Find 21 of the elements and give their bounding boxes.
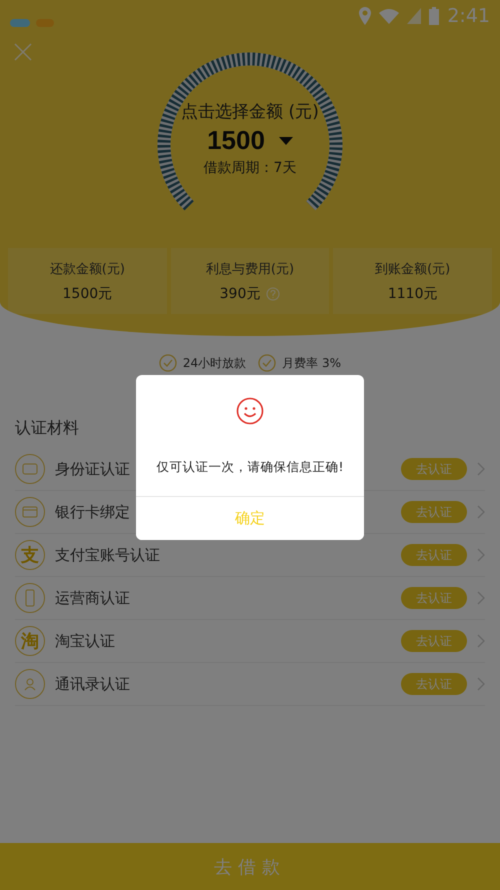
- summary-label: 还款金额(元): [50, 260, 125, 278]
- summary-label: 到账金额(元): [375, 260, 450, 278]
- clock-time: 2:41: [447, 5, 490, 27]
- verification-name: 支付宝账号认证: [55, 546, 160, 564]
- summary-value: 1110元: [388, 284, 438, 302]
- summary-value: 1500元: [62, 284, 112, 302]
- benefit-text: 月费率 3%: [282, 354, 342, 372]
- section-title: 认证材料: [14, 418, 80, 439]
- benefit-text: 24小时放款: [182, 354, 246, 372]
- logo-icon: 淘: [15, 626, 45, 656]
- amount-prompt: 点击选择金额 (元): [181, 101, 319, 123]
- verification-name: 通讯录认证: [55, 674, 130, 694]
- summary-label: 利息与费用(元): [206, 260, 294, 278]
- dialog-message: 仅可认证一次，请确保信息正确!: [156, 459, 344, 476]
- logo-icon: 支: [15, 540, 45, 570]
- loan-period: 借款周期：7天: [204, 159, 296, 177]
- verification-name: 身份证认证: [55, 460, 130, 478]
- verification-name: 运营商认证: [55, 588, 130, 608]
- verification-name: 淘宝认证: [55, 632, 115, 650]
- verification-name: 银行卡绑定: [55, 502, 130, 522]
- summary-value: 390元: [220, 284, 260, 302]
